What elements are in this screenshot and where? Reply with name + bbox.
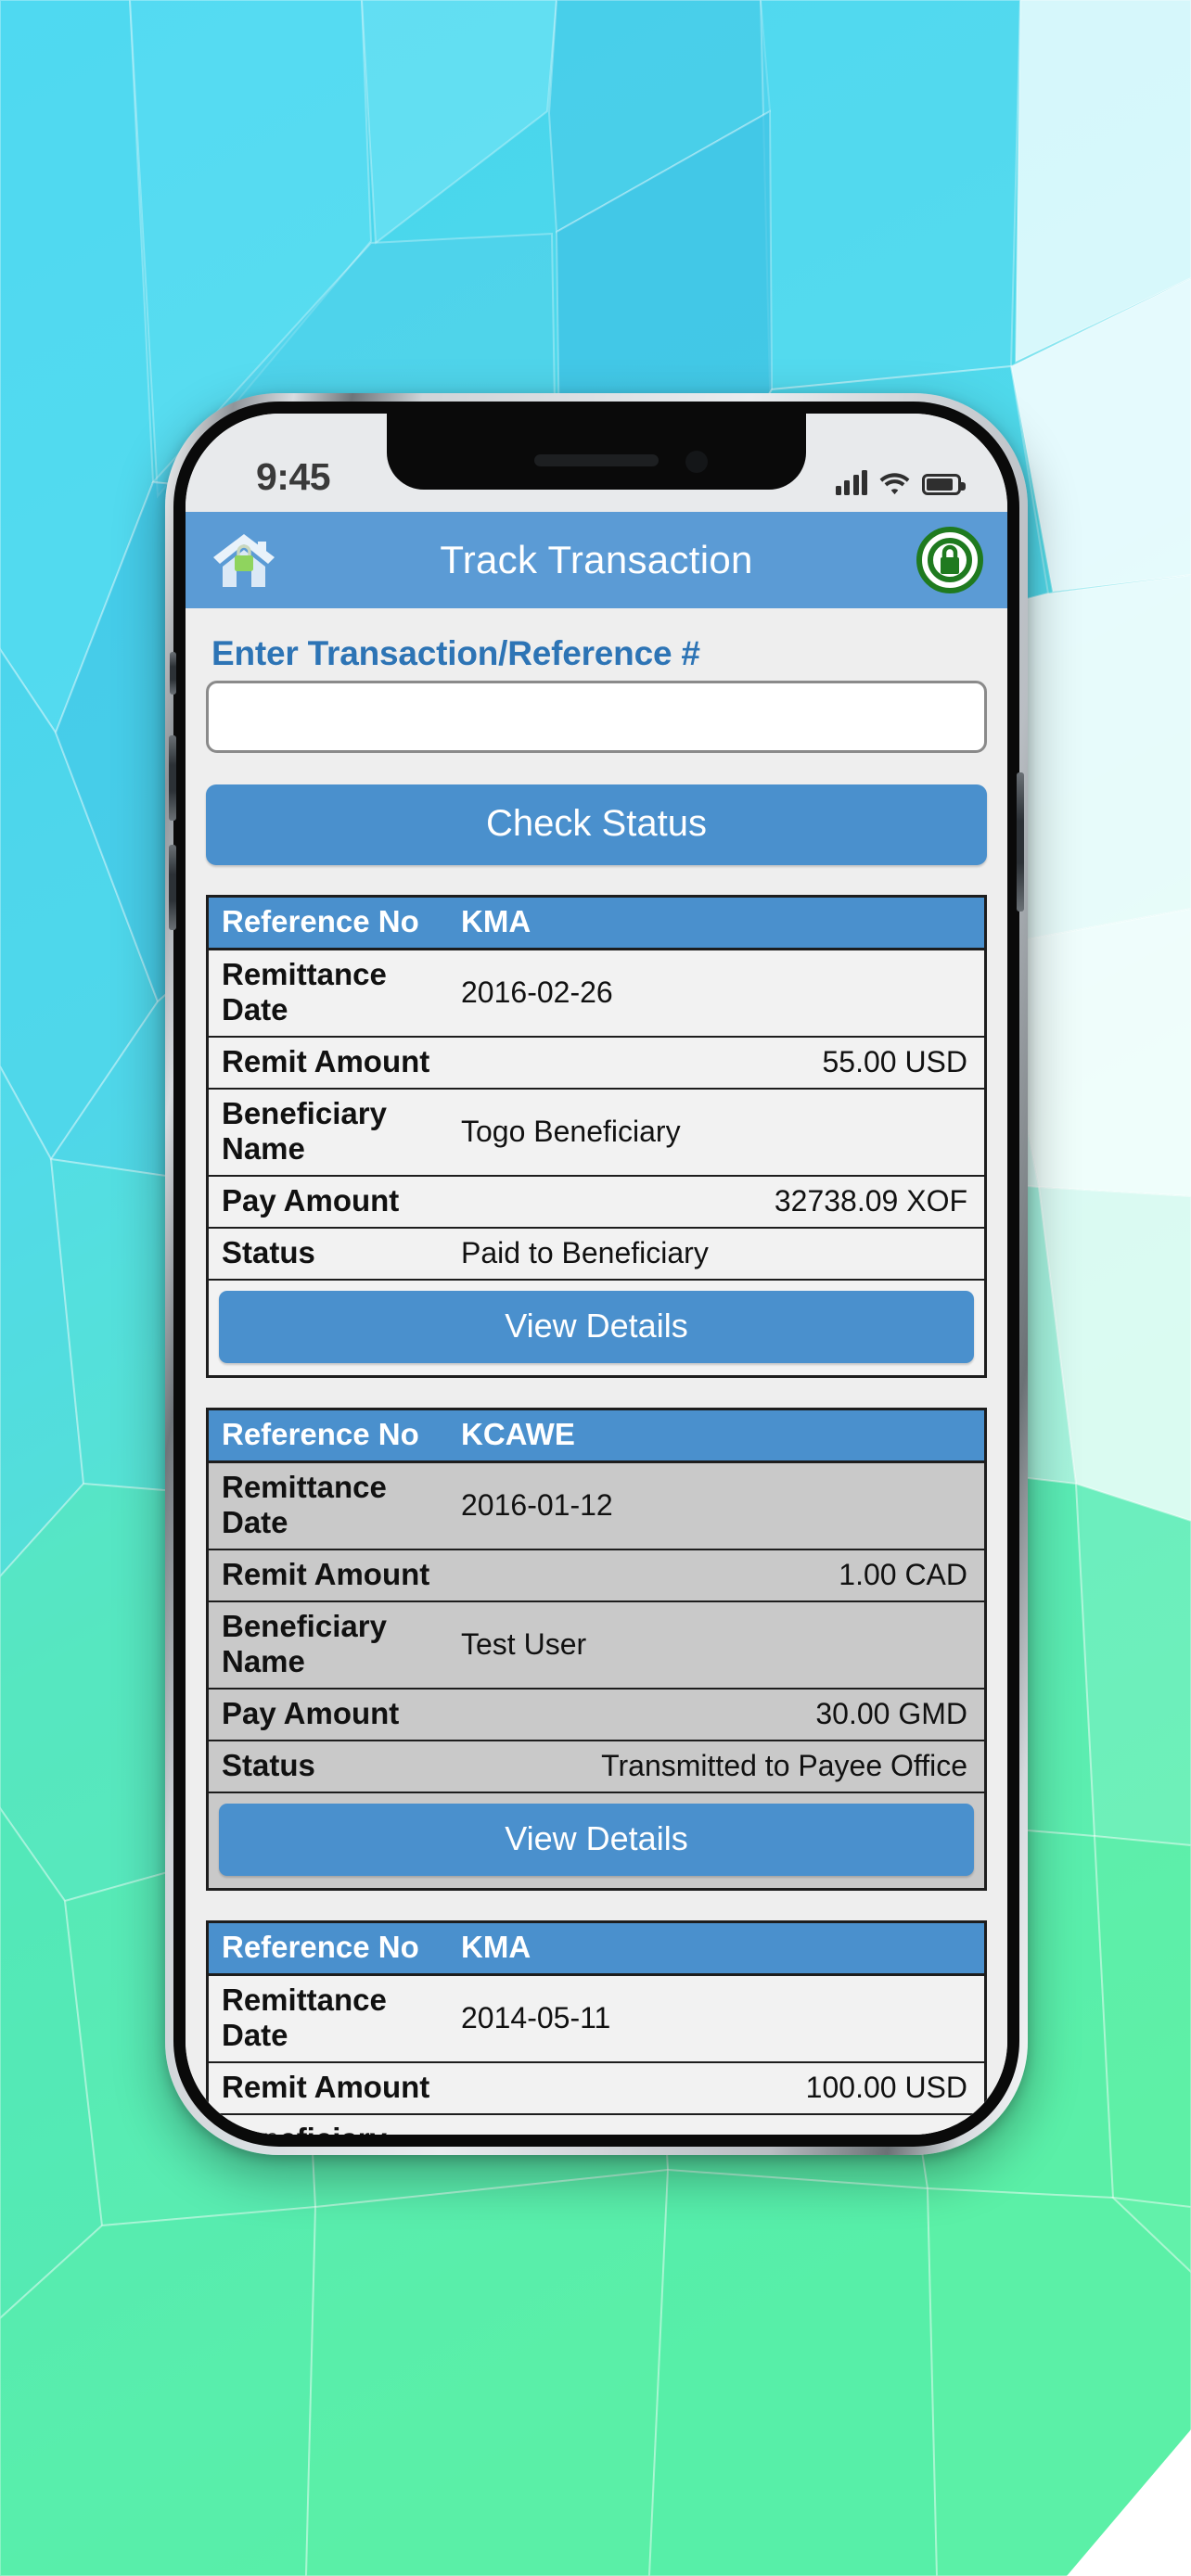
row-value-remit-amount: 55.00 USD	[822, 1044, 967, 1078]
status-badge: Paid to Beneficiary	[461, 1235, 709, 1269]
table-row: Remit Amount 55.00 USD	[209, 1038, 984, 1090]
transaction-card: Reference No KMA Remittance Date 2014-05…	[206, 1920, 987, 2135]
row-value-pay-amount: 32738.09 XOF	[774, 1183, 967, 1218]
row-label-pay-amount: Pay Amount	[222, 1696, 400, 1730]
row-value-pay-amount: 30.00 GMD	[815, 1696, 967, 1730]
card-header-reference: Reference No KMA	[209, 898, 984, 950]
status-badge: Transmitted to Payee Office	[601, 1748, 967, 1782]
row-label-beneficiary-name: Beneficiary Name	[222, 2122, 461, 2135]
page-title: Track Transaction	[440, 538, 753, 581]
volume-up-button[interactable]	[169, 735, 176, 821]
row-value-remittance-date: 2016-01-12	[461, 1487, 613, 1522]
status-bar: 9:45	[186, 414, 1007, 512]
row-label-reference-no: Reference No	[222, 1417, 419, 1451]
row-label-reference-no: Reference No	[222, 904, 419, 938]
row-label-remit-amount: Remit Amount	[222, 1044, 430, 1078]
row-label-pay-amount: Pay Amount	[222, 1183, 400, 1218]
row-value-reference-no: KCAWE	[461, 1417, 575, 1451]
status-bar-icons	[835, 470, 966, 495]
wifi-icon	[879, 471, 910, 495]
row-label-status: Status	[222, 1235, 315, 1269]
row-label-remittance-date: Remittance Date	[222, 1470, 387, 1539]
row-value-beneficiary-name: Togo Beneficiary	[461, 1114, 681, 1148]
row-value-remittance-date: 2014-05-11	[461, 2000, 611, 2034]
table-row: Remittance Date 2016-02-26	[209, 950, 984, 1038]
row-label-status: Status	[222, 1748, 315, 1782]
view-details-button[interactable]: View Details	[219, 1804, 974, 1876]
transaction-reference-input[interactable]	[206, 681, 987, 753]
row-label-remit-amount: Remit Amount	[222, 1557, 430, 1591]
row-label-remittance-date: Remittance Date	[222, 957, 387, 1027]
table-row: Remit Amount 100.00 USD	[209, 2063, 984, 2115]
page-content: Enter Transaction/Reference # Check Stat…	[186, 608, 1007, 2135]
row-value-beneficiary-name: Test User	[461, 1626, 587, 1661]
row-label-remittance-date: Remittance Date	[222, 1983, 387, 2052]
row-value-reference-no: KMA	[461, 1930, 531, 1964]
battery-icon	[922, 474, 966, 495]
row-label-remit-amount: Remit Amount	[222, 2070, 430, 2104]
table-row: Remittance Date 2014-05-11	[209, 1976, 984, 2063]
row-label-reference-no: Reference No	[222, 1930, 419, 1964]
reference-field-label: Enter Transaction/Reference #	[211, 634, 700, 672]
table-row: Status Transmitted to Payee Office	[209, 1741, 984, 1793]
card-header-reference: Reference No KCAWE	[209, 1410, 984, 1463]
table-row: Pay Amount 32738.09 XOF	[209, 1177, 984, 1229]
phone-device-frame: 9:45 Track Transaction Enter Transaction…	[165, 393, 1028, 2155]
app-header-bar: Track Transaction	[186, 512, 1007, 608]
power-button[interactable]	[1017, 772, 1024, 912]
view-details-button[interactable]: View Details	[219, 1291, 974, 1363]
front-camera	[685, 451, 708, 473]
mute-switch[interactable]	[170, 652, 176, 695]
phone-bezel: 9:45 Track Transaction Enter Transaction…	[169, 402, 1024, 2147]
row-value-remit-amount: 100.00 USD	[805, 2070, 967, 2104]
card-header-reference: Reference No KMA	[209, 1923, 984, 1976]
secure-lock-badge-icon[interactable]	[916, 527, 983, 593]
card-footer: View Details	[209, 1281, 984, 1375]
home-lock-icon[interactable]	[210, 529, 278, 591]
table-row: Beneficiary Name Jane Doe	[209, 2115, 984, 2135]
transaction-card: Reference No KMA Remittance Date 2016-02…	[206, 895, 987, 1378]
row-label-beneficiary-name: Beneficiary Name	[222, 1609, 387, 1678]
phone-screen: 9:45 Track Transaction Enter Transaction…	[186, 414, 1007, 2135]
row-value-reference-no: KMA	[461, 904, 531, 938]
table-row: Status Paid to Beneficiary	[209, 1229, 984, 1281]
row-value-remittance-date: 2016-02-26	[461, 975, 613, 1009]
row-label-beneficiary-name: Beneficiary Name	[222, 1096, 387, 1166]
table-row: Beneficiary Name Test User	[209, 1602, 984, 1690]
card-footer: View Details	[209, 1793, 984, 1888]
check-status-button[interactable]: Check Status	[206, 784, 987, 865]
notch	[387, 414, 806, 490]
table-row: Pay Amount 30.00 GMD	[209, 1690, 984, 1741]
table-row: Remit Amount 1.00 CAD	[209, 1550, 984, 1602]
status-bar-clock: 9:45	[256, 455, 331, 498]
earpiece-speaker	[534, 454, 659, 466]
row-value-remit-amount: 1.00 CAD	[839, 1557, 967, 1591]
volume-down-button[interactable]	[169, 845, 176, 930]
table-row: Beneficiary Name Togo Beneficiary	[209, 1090, 984, 1177]
cellular-bars-icon	[835, 470, 867, 495]
transaction-card: Reference No KCAWE Remittance Date 2016-…	[206, 1408, 987, 1891]
table-row: Remittance Date 2016-01-12	[209, 1463, 984, 1550]
